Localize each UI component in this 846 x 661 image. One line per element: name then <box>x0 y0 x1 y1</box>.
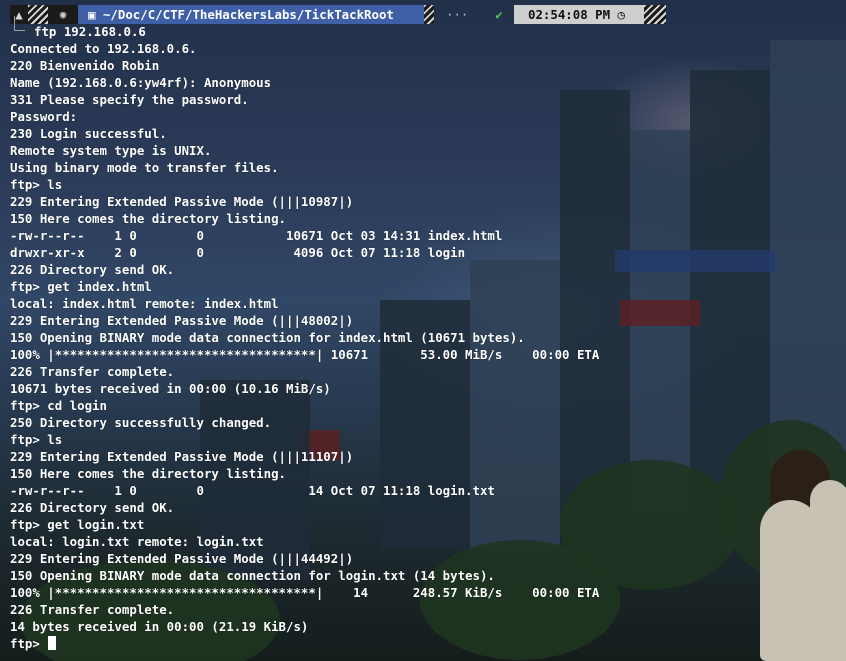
terminal-line: -rw-r--r-- 1 0 0 10671 Oct 03 14:31 inde… <box>10 228 503 243</box>
terminal-line: drwxr-xr-x 2 0 0 4096 Oct 07 11:18 login <box>10 245 466 260</box>
prompt-connector <box>14 16 25 31</box>
terminal-line: 331 Please specify the password. <box>10 92 249 107</box>
terminal-line: ftp> ls <box>10 177 63 192</box>
terminal-line: Using binary mode to transfer files. <box>10 160 279 175</box>
terminal-line: 150 Opening BINARY mode data connection … <box>10 330 525 345</box>
terminal-line: 10671 bytes received in 00:00 (10.16 MiB… <box>10 381 331 396</box>
terminal-line: 100% |**********************************… <box>10 585 600 600</box>
terminal-line: 229 Entering Extended Passive Mode (|||4… <box>10 313 354 328</box>
folder-icon: ▣ <box>88 7 96 22</box>
terminal-line: ftp> ls <box>10 432 63 447</box>
prompt-path: ~/Doc/C/CTF/TheHackersLabs/TickTackRoot <box>102 7 394 22</box>
terminal-line: 150 Here comes the directory listing. <box>10 466 287 481</box>
terminal-line: 150 Opening BINARY mode data connection … <box>10 568 495 583</box>
prompt-bar: ▲ ◉ ▣ ~/Doc/C/CTF/TheHackersLabs/TickTac… <box>0 5 846 24</box>
tux-icon: ◉ <box>48 5 78 24</box>
terminal-output: Connected to 192.168.0.6. 220 Bienvenido … <box>10 40 840 652</box>
prompt-time-segment: 02:54:08 PM ◷ <box>514 5 644 24</box>
terminal-line: Name (192.168.0.6:yw4rf): Anonymous <box>10 75 272 90</box>
terminal-line: local: login.txt remote: login.txt <box>10 534 264 549</box>
terminal-line: 229 Entering Extended Passive Mode (|||4… <box>10 551 354 566</box>
terminal-line: 226 Transfer complete. <box>10 602 175 617</box>
prompt-separator <box>644 5 666 24</box>
prompt-path-segment: ▣ ~/Doc/C/CTF/TheHackersLabs/TickTackRoo… <box>78 5 424 24</box>
clock-icon: ◷ <box>617 7 625 22</box>
terminal-line: -rw-r--r-- 1 0 0 14 Oct 07 11:18 login.t… <box>10 483 495 498</box>
ftp-prompt: ftp> <box>10 636 48 651</box>
check-icon: ✔ <box>495 7 503 22</box>
terminal-line: 226 Directory send OK. <box>10 262 175 277</box>
terminal-line: 226 Directory send OK. <box>10 500 175 515</box>
prompt-separator <box>424 5 434 24</box>
terminal-line: ftp> get login.txt <box>10 517 145 532</box>
ftp-input-line[interactable]: ftp> <box>10 635 840 652</box>
terminal-line: 100% |**********************************… <box>10 347 600 362</box>
cursor <box>48 636 57 650</box>
terminal-line: 14 bytes received in 00:00 (21.19 KiB/s) <box>10 619 309 634</box>
terminal-line: 229 Entering Extended Passive Mode (|||1… <box>10 194 354 209</box>
terminal-line: 250 Directory successfully changed. <box>10 415 272 430</box>
terminal-line: 230 Login successful. <box>10 126 167 141</box>
terminal-line: local: index.html remote: index.html <box>10 296 279 311</box>
terminal-line: 229 Entering Extended Passive Mode (|||1… <box>10 449 354 464</box>
command-line: ftp 192.168.0.6 <box>34 24 146 39</box>
terminal-line: ftp> cd login <box>10 398 107 413</box>
terminal-window[interactable]: ▲ ◉ ▣ ~/Doc/C/CTF/TheHackersLabs/TickTac… <box>0 0 846 661</box>
terminal-line: 220 Bienvenido Robin <box>10 58 160 73</box>
prompt-filler: ··· <box>446 7 469 22</box>
terminal-line: ftp> get index.html <box>10 279 152 294</box>
terminal-line: Remote system type is UNIX. <box>10 143 212 158</box>
terminal-line: 226 Transfer complete. <box>10 364 175 379</box>
prompt-separator <box>28 5 48 24</box>
terminal-line: Connected to 192.168.0.6. <box>10 41 197 56</box>
terminal-line: 150 Here comes the directory listing. <box>10 211 287 226</box>
prompt-time: 02:54:08 PM <box>528 7 611 22</box>
terminal-line: Password: <box>10 109 78 124</box>
